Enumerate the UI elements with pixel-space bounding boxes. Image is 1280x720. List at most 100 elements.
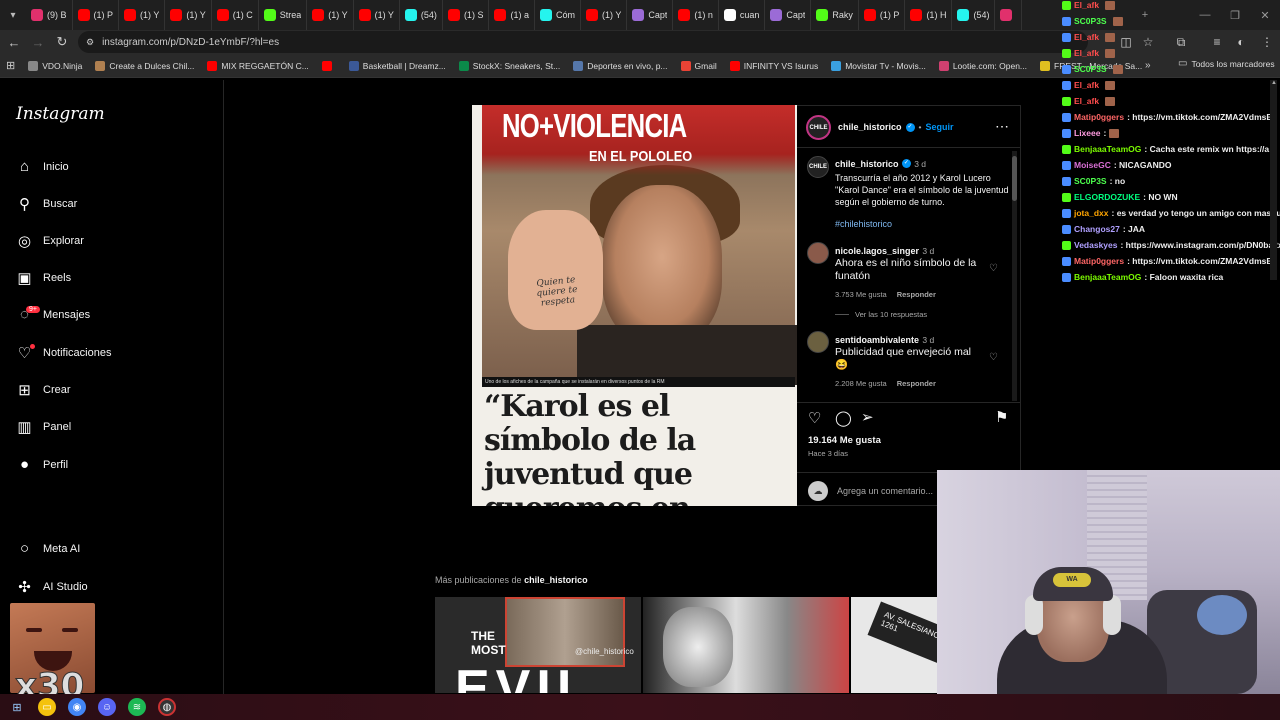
browser-tab[interactable]: (1) H <box>905 0 953 30</box>
sidebar-item-explore[interactable]: ◎ Explorar <box>16 232 84 250</box>
browser-tab[interactable]: (1) Y <box>354 0 400 30</box>
chat-scroll-up-icon[interactable]: ▲ <box>1271 80 1277 86</box>
bookmark-item[interactable]: Lootie.com: Open... <box>938 60 1027 71</box>
chat-username[interactable]: Matip0ggers <box>1074 256 1124 266</box>
chat-username[interactable]: MoiseGC <box>1074 160 1111 170</box>
chat-username[interactable]: Changos27 <box>1074 224 1120 234</box>
more-posts-user[interactable]: chile_historico <box>524 575 588 585</box>
chat-username[interactable]: BenjaaaTeamOG <box>1074 144 1141 154</box>
comment-likes[interactable]: 3.753 Me gusta <box>835 290 887 299</box>
address-bar[interactable]: ⚙ instagram.com/p/DNzD-1eYmbF/?hl=es <box>78 31 1088 53</box>
like-heart-icon[interactable]: ♡ <box>808 409 821 427</box>
chat-username[interactable]: SC0P3S <box>1074 64 1107 74</box>
chat-username[interactable]: ELGORDOZUKE <box>1074 192 1140 202</box>
browser-tab[interactable]: (1) n <box>673 0 719 30</box>
caption-username[interactable]: chile_historico <box>835 159 899 169</box>
sidebar-item-ai-studio[interactable]: ✣ AI Studio <box>16 578 87 596</box>
comment-like-heart-icon[interactable]: ♡ <box>989 263 998 274</box>
windows-start-icon[interactable]: ⊞ <box>8 698 26 716</box>
comment-bubble-icon[interactable]: ◯ <box>835 409 852 427</box>
browser-tab[interactable]: (1) Y <box>165 0 212 30</box>
bookmark-item[interactable]: Gmail <box>680 60 717 71</box>
obs-icon[interactable]: ◍ <box>158 698 176 716</box>
browser-tab[interactable]: Capt <box>627 0 674 30</box>
sidebar-item-home[interactable]: ⌂ Inicio <box>16 158 69 175</box>
browser-tab[interactable]: Raky <box>811 0 859 30</box>
bookmark-item[interactable]: Basketball | Dreamz... <box>348 60 446 71</box>
chrome-icon[interactable]: ◉ <box>68 698 86 716</box>
comment-username[interactable]: nicole.lagos_singer <box>835 246 919 256</box>
site-info-icon[interactable]: ⚙ <box>86 37 94 48</box>
browser-tab[interactable] <box>995 0 1023 30</box>
chat-scrollbar[interactable]: ▲ <box>1270 80 1277 280</box>
browser-tab[interactable]: (1) P <box>73 0 120 30</box>
bookmark-item[interactable]: Deportes en vivo, p... <box>573 60 668 71</box>
comments-scrollbar[interactable] <box>1012 151 1017 401</box>
discord-icon[interactable]: ☺ <box>98 698 116 716</box>
tab-search-menu[interactable]: ▾ <box>0 10 26 21</box>
bookmark-item[interactable]: StockX: Sneakers, St... <box>458 60 560 71</box>
apps-grid-icon[interactable]: ⊞ <box>6 59 15 72</box>
comment-avatar[interactable] <box>807 331 829 353</box>
reload-button[interactable]: ↻ <box>50 30 74 54</box>
author-username[interactable]: chile_historico <box>838 122 902 132</box>
sidebar-item-search[interactable]: ⚲ Buscar <box>16 195 77 213</box>
chat-username[interactable]: BenjaaaTeamOG <box>1074 272 1141 282</box>
browser-tab[interactable]: (1) S <box>443 0 490 30</box>
save-bookmark-icon[interactable]: ⚑ <box>995 408 1008 426</box>
comment-likes[interactable]: 2.208 Me gusta <box>835 379 887 388</box>
post-image[interactable]: Quien te quiere te respeta NO+VIOLENCIA … <box>472 105 797 506</box>
back-button[interactable]: ← <box>2 30 26 54</box>
browser-tab[interactable]: (54) <box>952 0 996 30</box>
chat-username[interactable]: El_afk <box>1074 0 1099 10</box>
bookmark-item[interactable]: VDO.Ninja <box>28 60 82 71</box>
chat-username[interactable]: SC0P3S <box>1074 176 1107 186</box>
browser-tab[interactable]: Capt <box>765 0 812 30</box>
more-options-icon[interactable]: ⋯ <box>995 118 1009 135</box>
browser-tab[interactable]: (1) Y <box>119 0 166 30</box>
comment-avatar[interactable] <box>807 242 829 264</box>
browser-tab[interactable]: (1) Y <box>307 0 354 30</box>
chat-username[interactable]: Lixeee <box>1074 128 1100 138</box>
chat-username[interactable]: Vedaskyes <box>1074 240 1117 250</box>
chat-username[interactable]: SC0P3S <box>1074 16 1107 26</box>
sidebar-item-reels[interactable]: ▣ Reels <box>16 269 71 287</box>
browser-tab[interactable]: (1) a <box>489 0 535 30</box>
chat-username[interactable]: Matip0ggers <box>1074 112 1124 122</box>
browser-tab[interactable]: (1) Y <box>581 0 628 30</box>
sidebar-item-dashboard[interactable]: ▥ Panel <box>16 418 71 436</box>
browser-tab[interactable]: (9) B <box>26 0 73 30</box>
chat-username[interactable]: El_afk <box>1074 96 1099 106</box>
grid-thumbnail[interactable] <box>643 597 849 693</box>
add-comment-input[interactable]: Agrega un comentario... <box>837 486 933 496</box>
forward-button[interactable]: → <box>26 30 50 54</box>
grid-thumbnail[interactable]: AV. SALESIANO 1261 <box>851 597 937 693</box>
browser-tab[interactable]: (1) C <box>212 0 259 30</box>
browser-tab[interactable]: (1) P <box>859 0 906 30</box>
view-replies-link[interactable]: Ver las 10 respuestas <box>855 310 927 319</box>
reply-button[interactable]: Responder <box>897 379 936 388</box>
comment-like-heart-icon[interactable]: ♡ <box>989 352 998 363</box>
chat-username[interactable]: jota_dxx <box>1074 208 1109 218</box>
bookmark-item[interactable]: MIX REGGAETÓN C... <box>207 60 309 71</box>
caption-hashtag[interactable]: #chilehistorico <box>835 219 1010 229</box>
likes-count[interactable]: 19.164 Me gusta <box>808 435 881 446</box>
browser-tab[interactable]: cuan <box>719 0 766 30</box>
reply-button[interactable]: Responder <box>897 290 936 299</box>
chat-username[interactable]: El_afk <box>1074 32 1099 42</box>
spotify-icon[interactable]: ≋ <box>128 698 146 716</box>
caption-avatar[interactable]: CHILE <box>807 156 829 178</box>
sidebar-item-profile[interactable]: ● Perfil <box>16 456 68 473</box>
comment-username[interactable]: sentidoambivalente <box>835 335 919 345</box>
file-explorer-icon[interactable]: ▭ <box>38 698 56 716</box>
chat-username[interactable]: El_afk <box>1074 48 1099 58</box>
browser-tab[interactable]: Cóm <box>535 0 581 30</box>
bookmark-item[interactable]: Movistar Tv - Movis... <box>831 60 926 71</box>
author-avatar[interactable]: CHILE <box>806 115 831 140</box>
instagram-logo[interactable]: Instagram <box>16 104 105 124</box>
bookmark-item[interactable]: Create a Dulces Chil... <box>95 60 194 71</box>
chat-username[interactable]: El_afk <box>1074 80 1099 90</box>
browser-tab[interactable]: (54) <box>400 0 443 30</box>
sidebar-item-meta-ai[interactable]: ○ Meta AI <box>16 540 80 557</box>
grid-thumbnail[interactable]: THE MOST @chile_historico EVIL <box>435 597 641 693</box>
